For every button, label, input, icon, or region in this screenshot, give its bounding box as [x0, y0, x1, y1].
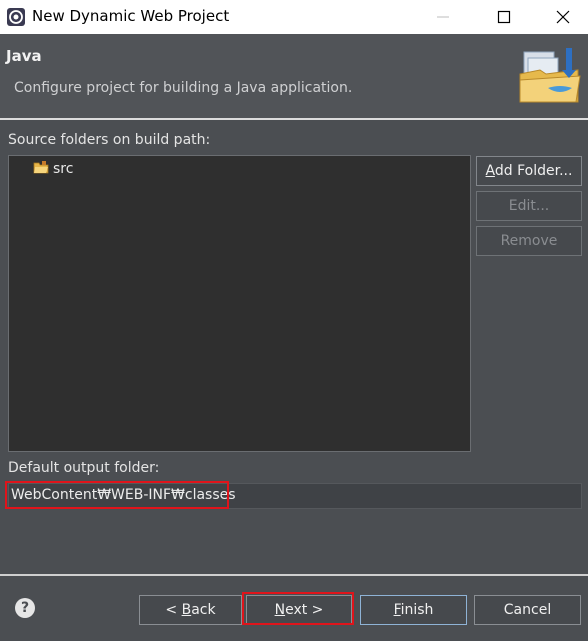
page-description: Configure project for building a Java ap… [14, 80, 353, 96]
tree-item-label: src [53, 161, 74, 177]
back-mnemonic: B [181, 602, 192, 618]
next-mnemonic: N [274, 602, 286, 618]
eclipse-app-icon [6, 7, 26, 27]
output-folder-value: WebContent₩WEB-INF₩classes [11, 487, 236, 503]
remove-button[interactable]: Remove [476, 226, 582, 256]
next-label: ext > [285, 602, 324, 618]
title-bar: New Dynamic Web Project [0, 0, 588, 34]
finish-button[interactable]: Finish [360, 595, 467, 625]
minimize-button[interactable] [414, 0, 472, 34]
source-folder-tree[interactable]: src [8, 155, 471, 452]
maximize-icon [497, 10, 511, 24]
maximize-button[interactable] [475, 0, 533, 34]
minimize-icon [437, 16, 449, 18]
add-folder-button[interactable]: Add Folder... [476, 156, 582, 186]
next-button[interactable]: Next > [246, 595, 352, 625]
footer-separator [0, 574, 588, 576]
cancel-button[interactable]: Cancel [474, 595, 581, 625]
output-folder-input[interactable]: WebContent₩WEB-INF₩classes [8, 483, 582, 509]
help-icon[interactable]: ? [15, 598, 35, 618]
add-folder-label: dd Folder... [494, 163, 573, 179]
close-icon [556, 10, 570, 24]
back-label: ack [191, 602, 216, 618]
window-title: New Dynamic Web Project [32, 7, 230, 25]
close-button[interactable] [534, 0, 588, 34]
back-button[interactable]: < Back [139, 595, 242, 625]
finish-label: inish [400, 602, 434, 618]
wizard-header: Java Configure project for building a Ja… [0, 34, 588, 118]
output-folder-label: Default output folder: [8, 460, 160, 476]
source-folders-label: Source folders on build path: [8, 132, 211, 148]
back-prefix: < [165, 602, 182, 618]
add-folder-mnemonic: A [485, 163, 495, 179]
folder-wizard-icon [518, 44, 584, 106]
header-separator [0, 118, 588, 120]
finish-mnemonic: F [393, 602, 401, 618]
edit-button[interactable]: Edit... [476, 191, 582, 221]
page-title: Java [6, 47, 42, 65]
tree-item[interactable]: src [33, 160, 73, 178]
package-folder-icon [33, 160, 49, 178]
